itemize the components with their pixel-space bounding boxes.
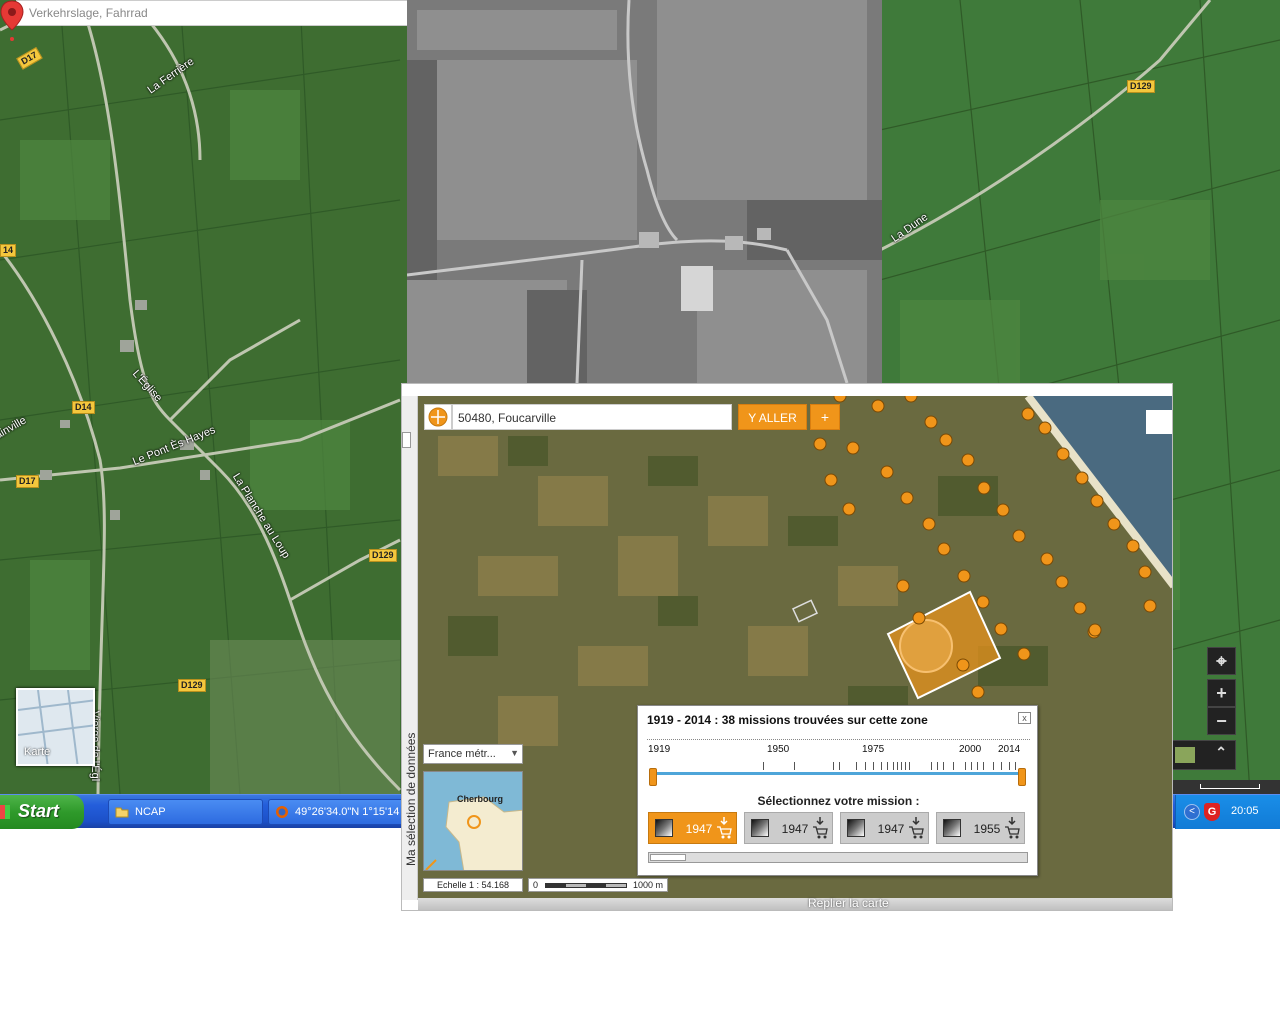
map-scale-bar [1172, 780, 1280, 794]
map-type-label: Karte [24, 746, 51, 758]
scrollbar-thumb[interactable] [650, 854, 686, 861]
address-search-input[interactable]: 50480, Foucarville [452, 404, 732, 430]
missions-scrollbar[interactable] [648, 852, 1028, 863]
map-bottom-bar: Replier la carte [418, 896, 1172, 910]
mission-thumbnail-icon [943, 819, 961, 837]
aerial-photo-image [407, 0, 882, 383]
desktop: Verkehrslage, Fahrrad La Ferrière L'Égli… [0, 0, 1280, 1024]
folder-icon [115, 807, 129, 818]
minimap-image [425, 796, 522, 870]
selection-sidebar[interactable]: Ma sélection de données [402, 396, 418, 900]
compass-icon [428, 407, 448, 427]
download-cart-icon[interactable] [716, 816, 732, 840]
download-cart-icon[interactable] [908, 816, 924, 840]
maps-search-placeholder: Verkehrslage, Fahrrad [29, 6, 148, 20]
historical-aerial-photo [407, 0, 882, 383]
timeline-ticks [653, 762, 1023, 772]
taskbar-item-firefox[interactable]: 49°26'34.0"N 1°15'14 [268, 799, 408, 825]
select-mission-label: Sélectionnez votre mission : [757, 794, 920, 808]
minus-icon: − [1216, 711, 1227, 731]
windows-logo-icon [0, 805, 10, 819]
mission-thumbnail-icon [655, 819, 673, 837]
scale-ratio: Echelle 1 : 54.168 [423, 878, 523, 892]
timeline-end-handle[interactable] [1018, 768, 1026, 786]
window-top-strip [402, 384, 1172, 396]
mission-card-1947-b[interactable]: 1947 [744, 812, 833, 844]
zoom-in-button[interactable]: + [1207, 679, 1236, 707]
missions-dialog-title: 1919 - 2014 : 38 missions trouvées sur c… [647, 713, 928, 727]
zoom-out-button[interactable]: − [1207, 707, 1236, 735]
show-hidden-icons-icon[interactable]: < [1184, 804, 1200, 820]
sidebar-toggle-tab[interactable] [402, 432, 411, 448]
locate-icon: ⌖ [1216, 651, 1227, 671]
divider [647, 739, 1030, 740]
clock: 20:05 [1231, 805, 1259, 817]
mission-year: 1947 [685, 822, 713, 836]
go-button[interactable]: Y ALLER [738, 404, 807, 430]
start-button[interactable]: Start [0, 795, 84, 829]
sidebar-title: Ma sélection de données [404, 732, 418, 866]
scale-bar: 0 1000 m [528, 878, 668, 892]
imagery-expand-button[interactable]: ⌃ [1172, 740, 1236, 770]
system-tray: < G 20:05 [1175, 795, 1280, 829]
missions-dialog: 1919 - 2014 : 38 missions trouvées sur c… [637, 705, 1038, 876]
double-chevron-up-icon: ⌃ [1215, 744, 1227, 760]
minimap-city-label: Cherbourg [457, 794, 503, 804]
download-cart-icon[interactable] [1004, 816, 1020, 840]
region-select-value: France métr... [428, 748, 496, 760]
scale-zero: 0 [533, 880, 539, 890]
more-options-button[interactable]: + [810, 404, 840, 430]
close-button[interactable]: x [1018, 712, 1031, 724]
plus-icon: + [1216, 683, 1227, 703]
imagery-thumbnail [1175, 747, 1195, 763]
mission-year: 1947 [877, 822, 905, 836]
taskbar-item-label: NCAP [135, 806, 166, 818]
road-shield-d17: D17 [16, 475, 39, 488]
scale-bar-graphic [545, 883, 627, 888]
timeline-year-label: 2014 [998, 744, 1021, 755]
timeline-year-label: 2000 [959, 744, 982, 755]
mission-card-1955[interactable]: 1955 [936, 812, 1025, 844]
timeline-year-label: 1919 [648, 744, 671, 755]
timeline-start-handle[interactable] [649, 768, 657, 786]
taskbar-item-label: 49°26'34.0"N 1°15'14 [295, 806, 400, 818]
fold-map-button[interactable]: Replier la carte [808, 896, 889, 910]
timeline-year-label: 1950 [767, 744, 790, 755]
road-shield-d14: D14 [72, 401, 95, 414]
road-shield-d129-a: D129 [369, 549, 397, 562]
map-marker-icon[interactable] [0, 0, 24, 42]
taskbar-item-ncap[interactable]: NCAP [108, 799, 263, 825]
mission-card-1947-c[interactable]: 1947 [840, 812, 929, 844]
mission-thumbnail-icon [751, 819, 769, 837]
mission-card-1947-a[interactable]: 1947 [648, 812, 737, 844]
firefox-icon [276, 806, 288, 818]
timeline-track[interactable] [653, 772, 1023, 775]
mission-thumbnail-icon [847, 819, 865, 837]
geolocate-button[interactable] [424, 404, 452, 430]
security-shield-icon[interactable]: G [1204, 803, 1220, 821]
road-shield-d129-b: D129 [178, 679, 206, 692]
overview-minimap[interactable]: Cherbourg [423, 771, 523, 871]
triangle-down-icon: ▼ [510, 748, 519, 758]
mission-year: 1955 [973, 822, 1001, 836]
timeline-year-label: 1975 [862, 744, 885, 755]
mission-year: 1947 [781, 822, 809, 836]
scale-max: 1000 m [632, 880, 663, 890]
my-location-button[interactable]: ⌖ [1207, 647, 1236, 675]
map-type-toggle[interactable]: Karte [16, 688, 95, 766]
map-overlay-corner [1146, 410, 1172, 434]
road-shield-d129-c: D129 [1127, 80, 1155, 93]
download-cart-icon[interactable] [812, 816, 828, 840]
maps-search-box[interactable]: Verkehrslage, Fahrrad [16, 0, 408, 26]
region-select[interactable]: France métr... ▼ [423, 744, 523, 764]
start-label: Start [18, 801, 60, 821]
road-shield-d14-left: 14 [0, 244, 17, 257]
